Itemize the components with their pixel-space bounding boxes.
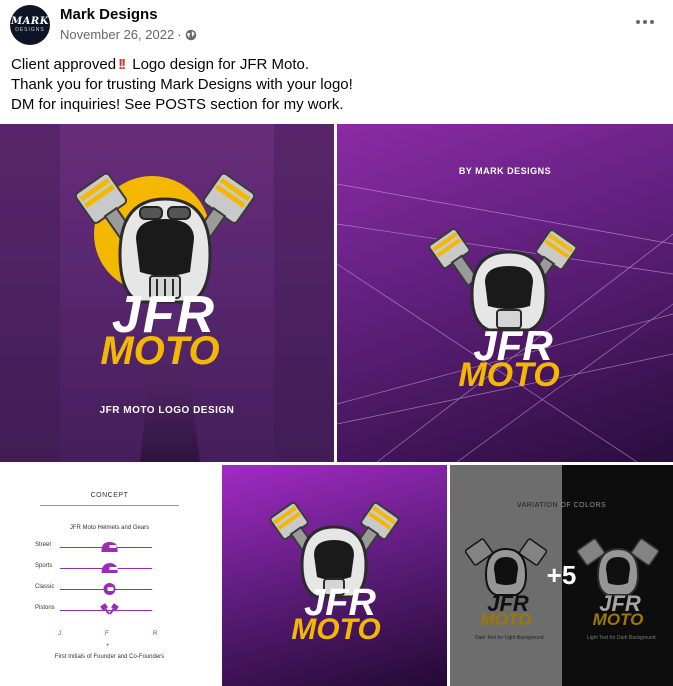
concept-divider [40, 505, 179, 506]
concept-footer: First Initials of Founder and Co-Founder… [54, 654, 165, 660]
initial-f: F [105, 631, 109, 637]
logo-moto-text: MOTO [100, 329, 219, 373]
photo-tile-1[interactable]: JFR MOTO JFR MOTO LOGO DESIGN [0, 124, 334, 462]
caption-line-1-start: Client approved [11, 56, 117, 73]
initials-plus: + [106, 643, 110, 649]
photo-tile-2[interactable]: JFR MOTO BY MARK DESIGNS [337, 124, 673, 462]
post-meta: November 26, 2022 · [60, 27, 197, 42]
double-exclamation-emoji: !! [118, 56, 126, 73]
avatar-text-designs: DESIGNS [15, 27, 45, 33]
photo-2-caption: BY MARK DESIGNS [458, 166, 552, 176]
caption-line-3: DM for inquiries! See POSTS section for … [11, 96, 344, 113]
post-header: MARK DESIGNS Mark Designs November 26, 2… [0, 0, 673, 50]
sports-helmet-icon [101, 563, 118, 573]
caption-line-1: Client approved!! Logo design for JFR Mo… [11, 55, 353, 75]
meta-separator: · [177, 27, 182, 42]
photo-1-caption: JFR MOTO LOGO DESIGN [99, 405, 235, 416]
more-photos-overlay[interactable]: +5 [450, 465, 673, 686]
concept-row-street: Street [0, 540, 219, 554]
page-avatar[interactable]: MARK DESIGNS [10, 5, 50, 45]
concept-row-sports: Sports [0, 561, 219, 575]
photo-tile-5[interactable]: VARIATION OF COLORS JFR MOTO JFR MOTO Da… [450, 465, 673, 686]
concept-title: CONCEPT [90, 492, 129, 499]
photo-tile-4[interactable]: JFR MOTO [222, 465, 447, 686]
caption-line-1-end: Logo design for JFR Moto. [132, 56, 310, 73]
more-photos-count: +5 [546, 560, 577, 590]
globe-icon[interactable] [185, 29, 197, 41]
jfr-moto-logo-artwork: JFR MOTO [269, 501, 400, 646]
initial-r: R [153, 631, 158, 637]
post-date-link[interactable]: November 26, 2022 [60, 27, 174, 42]
avatar-text-mark: MARK [11, 16, 49, 27]
logo-moto-text: MOTO [291, 613, 380, 646]
photo-tile-3[interactable]: CONCEPT JFR Moto Helmets and Gears Stree… [0, 465, 219, 686]
classic-helmet-icon [103, 583, 116, 595]
street-helmet-icon [101, 542, 118, 552]
concept-subtitle: JFR Moto Helmets and Gears [69, 525, 150, 531]
logo-moto-text: MOTO [458, 356, 559, 394]
caption-line-2: Thank you for trusting Mark Designs with… [11, 76, 353, 93]
page-name-link[interactable]: Mark Designs [60, 6, 158, 23]
initial-j: J [58, 631, 61, 637]
more-options-icon[interactable] [631, 10, 659, 34]
concept-row-classic: Classic [0, 582, 219, 596]
concept-row-pistons: Pistons [0, 603, 219, 617]
pistons-icon [100, 603, 119, 615]
post-caption: Client approved!! Logo design for JFR Mo… [11, 55, 353, 115]
